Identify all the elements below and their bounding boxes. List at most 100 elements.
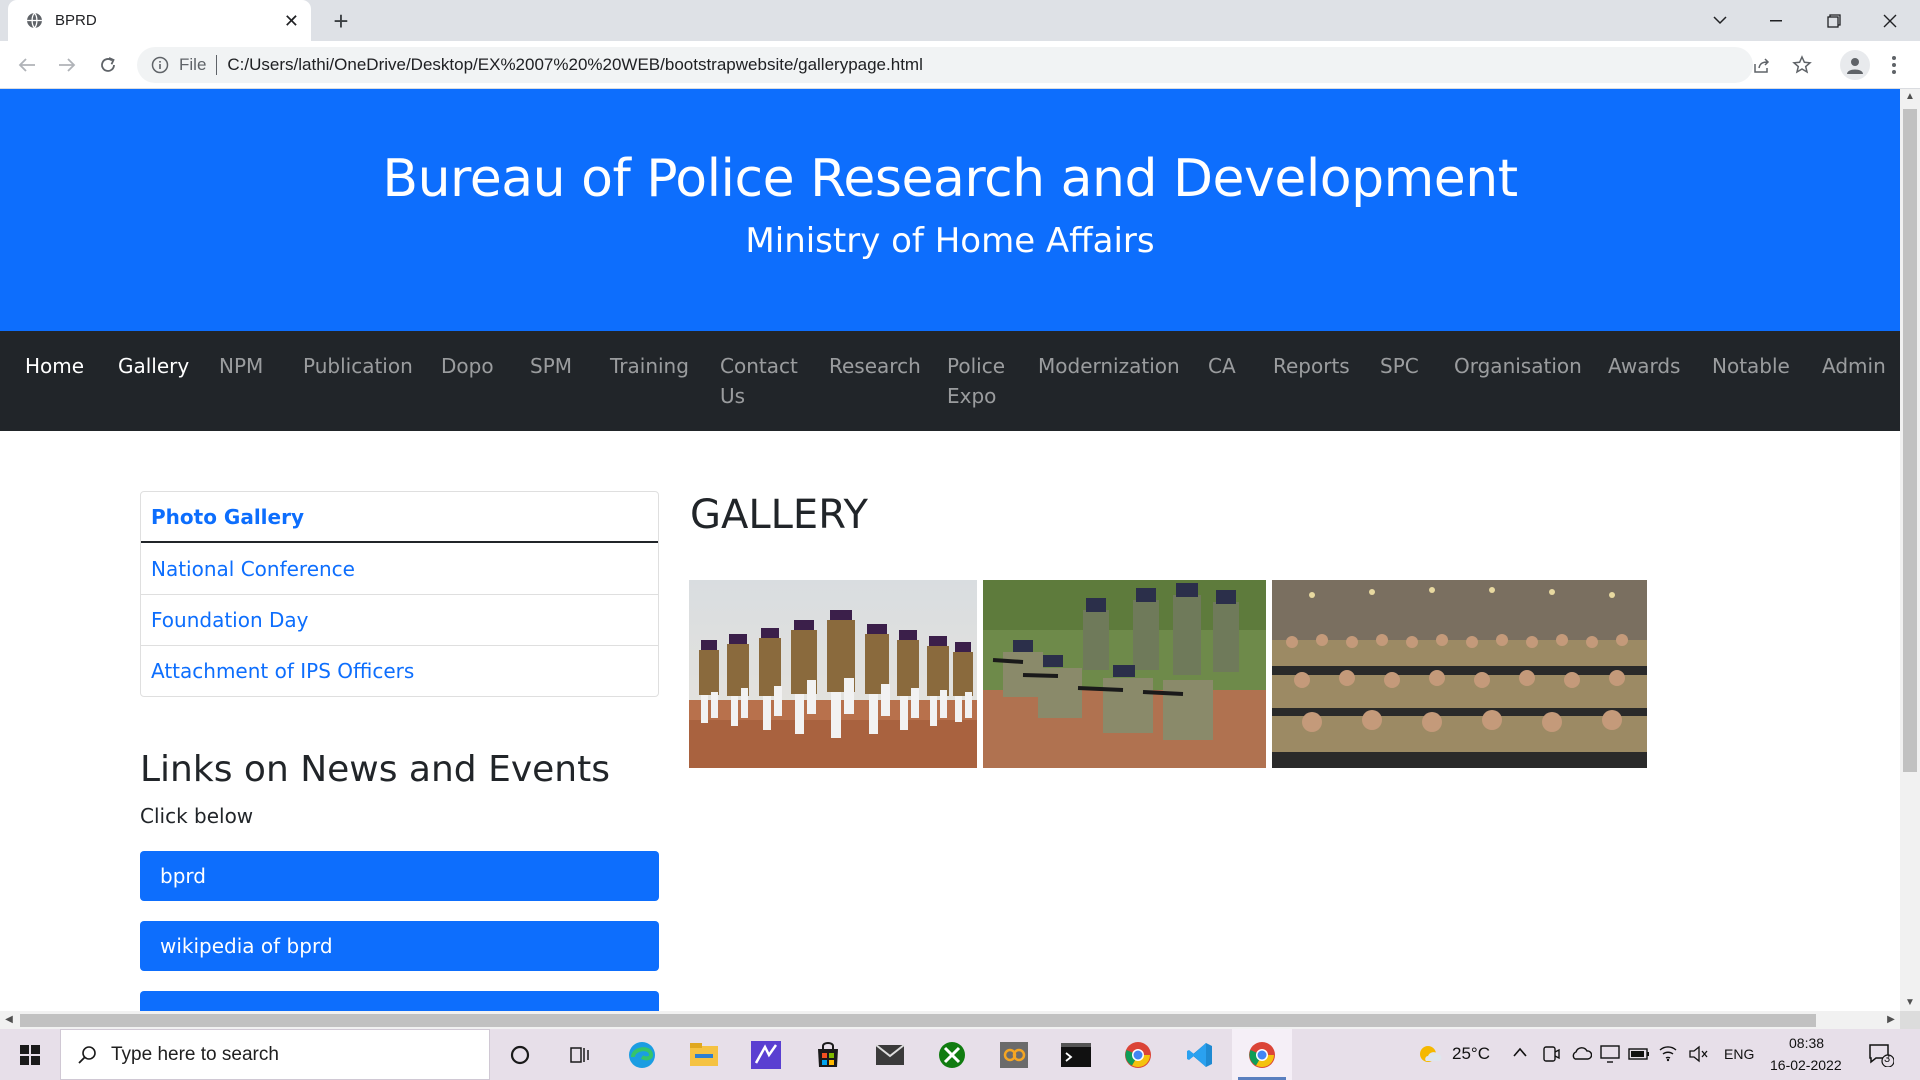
nav-spc[interactable]: SPC — [1380, 351, 1419, 381]
horizontal-scroll-thumb[interactable] — [20, 1014, 1816, 1027]
address-divider — [216, 55, 218, 75]
nav-npm[interactable]: NPM — [219, 351, 263, 381]
horizontal-scrollbar[interactable]: ◀ ▶ — [0, 1011, 1900, 1029]
clock-date[interactable]: 16-02-2022 — [1770, 1057, 1842, 1073]
battery-icon[interactable] — [1628, 1047, 1650, 1065]
chrome-active-icon[interactable] — [1232, 1029, 1292, 1080]
nav-dopo[interactable]: Dopo — [441, 351, 494, 381]
site-title: Bureau of Police Research and Developmen… — [382, 149, 1518, 209]
display-icon[interactable] — [1600, 1045, 1620, 1068]
gallery-heading: GALLERY — [690, 492, 868, 538]
nav-reports[interactable]: Reports — [1273, 351, 1350, 381]
nav-home[interactable]: Home — [25, 351, 84, 381]
list-item-national-conference[interactable]: National Conference — [141, 543, 658, 594]
gallery-image-conference[interactable] — [1272, 580, 1647, 768]
meet-now-icon[interactable] — [1542, 1045, 1560, 1068]
browser-tab[interactable]: BPRD ✕ — [8, 0, 311, 41]
app-icon-purple[interactable] — [736, 1029, 796, 1080]
list-item-photo-gallery[interactable]: Photo Gallery — [141, 492, 658, 543]
bookmark-star-icon[interactable] — [1790, 53, 1814, 77]
new-tab-button[interactable]: + — [326, 7, 356, 37]
nav-organisation[interactable]: Organisation — [1454, 351, 1582, 381]
scroll-up-arrow-icon[interactable]: ▲ — [1900, 89, 1920, 105]
scrollbar-corner — [1900, 1011, 1920, 1029]
app-icon-orange[interactable] — [984, 1029, 1044, 1080]
info-icon[interactable] — [151, 56, 169, 74]
microsoft-store-icon[interactable] — [798, 1029, 858, 1080]
menu-dots-icon[interactable] — [1882, 53, 1906, 77]
list-item-foundation-day[interactable]: Foundation Day — [141, 594, 658, 645]
address-bar[interactable]: File C:/Users/lathi/OneDrive/Desktop/EX%… — [137, 47, 1753, 83]
xbox-icon[interactable] — [922, 1029, 982, 1080]
clock-time[interactable]: 08:38 — [1789, 1035, 1824, 1051]
address-scheme: File — [179, 55, 207, 74]
news-heading: Links on News and Events — [140, 749, 610, 790]
mail-icon[interactable] — [860, 1029, 920, 1080]
news-link-third-button[interactable] — [140, 991, 659, 1011]
main-navbar: Home Gallery NPM Publication Dopo SPM Tr… — [0, 331, 1900, 431]
onedrive-icon[interactable] — [1570, 1045, 1593, 1066]
news-link-bprd-button[interactable]: bprd — [140, 851, 659, 901]
vertical-scrollbar[interactable]: ▲ ▼ — [1900, 89, 1920, 1011]
gallery-image-training[interactable] — [983, 580, 1266, 768]
notification-center-icon[interactable]: 3 — [1868, 1043, 1895, 1072]
reload-icon[interactable] — [96, 53, 120, 77]
cortana-icon[interactable] — [490, 1029, 550, 1080]
nav-awards[interactable]: Awards — [1608, 351, 1680, 381]
nav-spm[interactable]: SPM — [530, 351, 572, 381]
minimize-icon[interactable] — [1748, 0, 1804, 41]
share-icon[interactable] — [1750, 53, 1774, 77]
language-indicator[interactable]: ENG — [1724, 1046, 1754, 1062]
nav-ca[interactable]: CA — [1208, 351, 1236, 381]
scroll-right-arrow-icon[interactable]: ▶ — [1882, 1011, 1900, 1029]
site-header: Bureau of Police Research and Developmen… — [0, 89, 1900, 331]
tab-title: BPRD — [55, 12, 97, 29]
chrome-icon[interactable] — [1108, 1029, 1168, 1080]
browser-toolbar: File C:/Users/lathi/OneDrive/Desktop/EX%… — [0, 41, 1920, 89]
windows-taskbar: Type here to search 25°C ENG 08:38 16-02… — [0, 1029, 1920, 1080]
weather-temp[interactable]: 25°C — [1452, 1044, 1490, 1064]
gallery-list-group: Photo Gallery National Conference Founda… — [140, 491, 659, 697]
news-link-wikipedia-button[interactable]: wikipedia of bprd — [140, 921, 659, 971]
volume-muted-icon[interactable] — [1688, 1045, 1708, 1068]
vertical-scroll-thumb[interactable] — [1903, 109, 1917, 772]
nav-contact-us[interactable]: Contact Us — [720, 351, 800, 411]
scroll-down-arrow-icon[interactable]: ▼ — [1900, 995, 1920, 1011]
forward-arrow-icon[interactable] — [55, 53, 79, 77]
taskbar-search-box[interactable]: Type here to search — [60, 1029, 490, 1080]
edge-browser-icon[interactable] — [612, 1029, 672, 1080]
back-arrow-icon[interactable] — [15, 53, 39, 77]
nav-notable[interactable]: Notable — [1712, 351, 1790, 381]
nav-modernization[interactable]: Modernization — [1038, 351, 1180, 381]
nav-police-expo[interactable]: Police Expo — [947, 351, 1007, 411]
address-url[interactable]: C:/Users/lathi/OneDrive/Desktop/EX%2007%… — [227, 55, 922, 75]
notification-count: 3 — [1884, 1053, 1891, 1065]
scroll-left-arrow-icon[interactable]: ◀ — [0, 1011, 18, 1029]
nav-gallery[interactable]: Gallery — [118, 351, 189, 381]
nav-publication[interactable]: Publication — [303, 351, 413, 381]
gallery-image-parade[interactable] — [689, 580, 977, 768]
page-viewport: Bureau of Police Research and Developmen… — [0, 89, 1900, 1011]
globe-icon — [27, 12, 42, 29]
browser-tabstrip: BPRD ✕ + — [0, 0, 1920, 41]
restore-icon[interactable] — [1806, 0, 1862, 41]
search-icon — [78, 1045, 96, 1064]
nav-admin[interactable]: Admin — [1822, 351, 1886, 381]
windows-start-icon[interactable] — [0, 1029, 60, 1080]
wifi-icon[interactable] — [1658, 1044, 1678, 1067]
task-view-icon[interactable] — [550, 1029, 610, 1080]
news-subtext: Click below — [140, 804, 254, 828]
list-item-attachment-ips[interactable]: Attachment of IPS Officers — [141, 645, 658, 696]
tab-search-chevron-icon[interactable] — [1692, 0, 1748, 41]
site-subtitle: Ministry of Home Affairs — [745, 221, 1155, 261]
close-window-icon[interactable] — [1862, 0, 1918, 41]
nav-research[interactable]: Research — [829, 351, 921, 381]
profile-avatar-icon[interactable] — [1840, 50, 1870, 80]
tab-close-icon[interactable]: ✕ — [284, 12, 299, 30]
vscode-icon[interactable] — [1170, 1029, 1230, 1080]
file-explorer-icon[interactable] — [674, 1029, 734, 1080]
tray-chevron-up-icon[interactable] — [1512, 1045, 1528, 1063]
nav-training[interactable]: Training — [610, 351, 689, 381]
weather-icon[interactable] — [1418, 1043, 1444, 1070]
terminal-icon[interactable] — [1046, 1029, 1106, 1080]
